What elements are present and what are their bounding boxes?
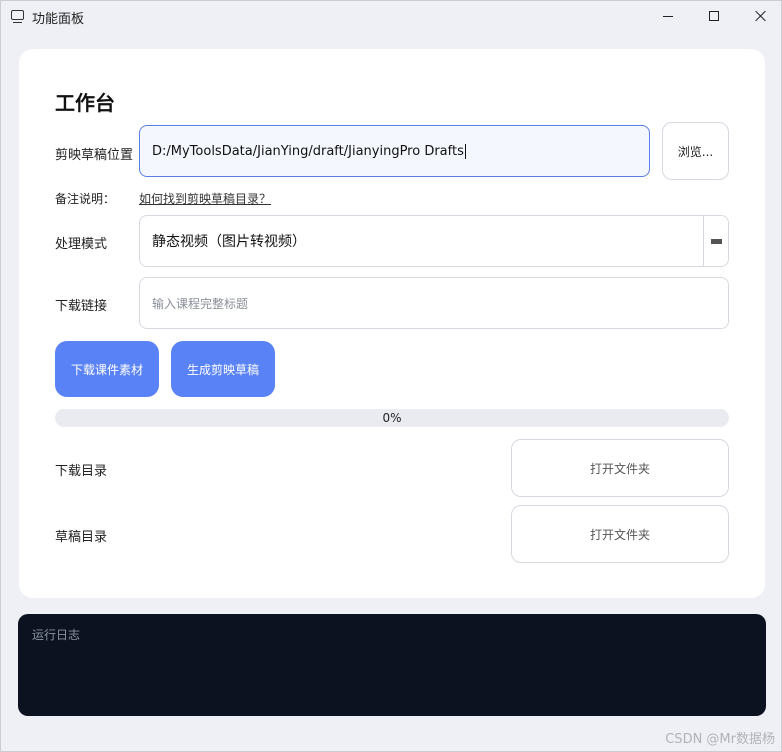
generate-draft-button[interactable]: 生成剪映草稿 xyxy=(171,341,275,397)
draft-location-value: D:/MyToolsData/JianYing/draft/JianyingPr… xyxy=(152,143,464,159)
mode-selected-value: 静态视频（图片转视频） xyxy=(152,234,306,250)
minimize-icon xyxy=(663,15,673,17)
log-panel[interactable]: 运行日志 xyxy=(18,614,766,716)
window-title: 功能面板 xyxy=(32,12,85,27)
mode-label: 处理模式 xyxy=(55,237,108,252)
open-draft-folder-button[interactable]: 打开文件夹 xyxy=(511,505,729,563)
page-title: 工作台 xyxy=(55,91,115,115)
progress-bar: 0% xyxy=(55,409,729,427)
close-icon xyxy=(754,10,766,22)
text-caret xyxy=(464,143,466,159)
progress-text: 0% xyxy=(382,411,402,425)
help-link[interactable]: 如何找到剪映草稿目录？ xyxy=(139,190,271,207)
download-dir-label: 下载目录 xyxy=(55,464,108,479)
note-label: 备注说明： xyxy=(55,192,116,206)
maximize-icon xyxy=(709,11,719,21)
workbench-card: 工作台 剪映草稿位置 D:/MyToolsData/JianYing/draft… xyxy=(19,49,765,598)
maximize-button[interactable] xyxy=(691,1,737,31)
mode-select[interactable]: 静态视频（图片转视频） xyxy=(139,215,729,267)
browse-button[interactable]: 浏览... xyxy=(662,122,729,180)
download-link-label: 下载链接 xyxy=(55,299,108,314)
draft-dir-label: 草稿目录 xyxy=(55,530,108,545)
minimize-button[interactable] xyxy=(645,1,691,31)
download-link-input[interactable]: 输入课程完整标题 xyxy=(139,277,729,329)
title-bar[interactable]: 功能面板 xyxy=(1,1,781,31)
watermark: CSDN @Mr数据杨 xyxy=(665,732,775,747)
draft-location-input[interactable]: D:/MyToolsData/JianYing/draft/JianyingPr… xyxy=(139,125,650,177)
download-link-placeholder: 输入课程完整标题 xyxy=(152,296,249,311)
download-materials-button[interactable]: 下载课件素材 xyxy=(55,341,159,397)
draft-location-label: 剪映草稿位置 xyxy=(55,148,134,163)
open-download-folder-button[interactable]: 打开文件夹 xyxy=(511,439,729,497)
dropdown-button[interactable] xyxy=(703,216,728,266)
close-button[interactable] xyxy=(737,1,782,31)
log-title: 运行日志 xyxy=(32,628,81,642)
app-window-icon xyxy=(11,10,24,23)
app-window: 功能面板 工作台 剪映草稿位置 D:/MyToolsData/JianYing/… xyxy=(0,0,782,752)
dropdown-icon xyxy=(710,238,722,244)
